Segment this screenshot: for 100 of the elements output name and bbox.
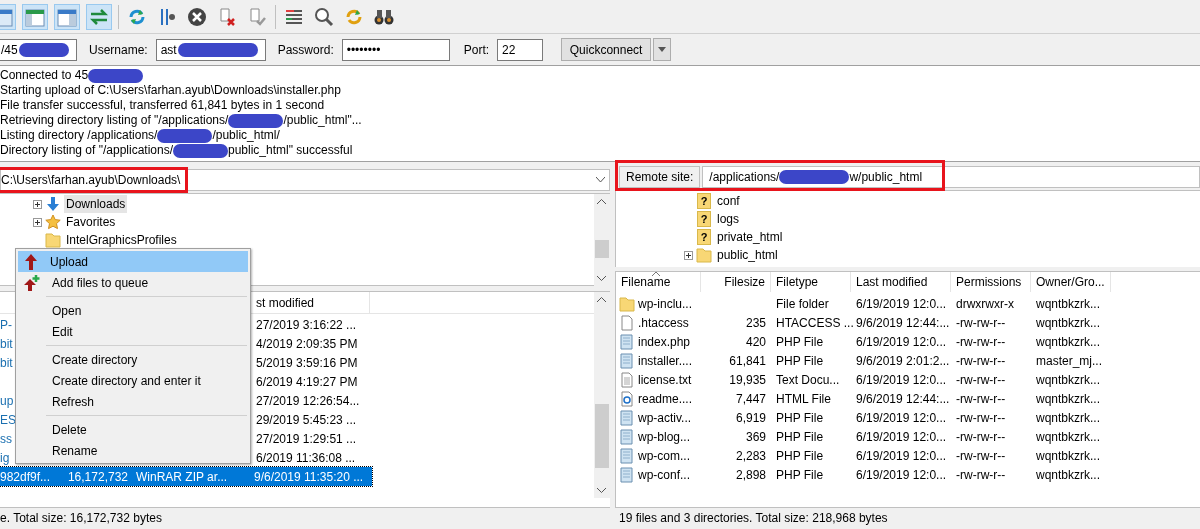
unknown-folder-icon: ?	[697, 229, 711, 245]
table-cell-text: PHP File	[776, 447, 824, 465]
dropdown-caret-icon[interactable]	[658, 47, 667, 52]
tree-item[interactable]: Downloads	[64, 195, 128, 213]
scroll-thumb[interactable]	[595, 404, 609, 468]
table-cell-text: -rw-rw-r--	[956, 466, 1006, 484]
field-label: Username:	[89, 41, 148, 59]
window-layout-icon[interactable]	[57, 6, 77, 27]
table-cell-text: PHP File	[776, 428, 824, 446]
expand-icon[interactable]	[33, 199, 42, 209]
password-field[interactable]: ••••••••	[341, 38, 450, 61]
table-cell-text: drwxrwxr-x	[956, 295, 1014, 313]
menu-item[interactable]: Create directory and enter it	[18, 370, 248, 391]
file-name: .htaccess	[638, 314, 689, 332]
table-cell-text: 9/6/2019 2:01:2...	[856, 352, 950, 370]
table-cell-text: 6/19/2019 12:0...	[856, 428, 947, 446]
table-cell-text: 369	[745, 428, 766, 446]
expand-icon[interactable]	[684, 250, 693, 260]
window-layout-icon[interactable]	[25, 6, 45, 27]
cancel-icon[interactable]	[187, 6, 207, 27]
file-name: wp-activ...	[638, 409, 692, 427]
unknown-folder-icon: ?	[697, 193, 711, 209]
table-cell-text: 4/2019 2:09:35 PM	[256, 335, 358, 353]
unknown-folder-icon: ?	[697, 211, 711, 227]
menu-item[interactable]: Create directory	[18, 349, 248, 370]
scroll-down-icon[interactable]	[597, 276, 606, 281]
menu-item[interactable]: Edit	[18, 321, 248, 342]
column-header[interactable]: Last modified	[851, 272, 951, 292]
scroll-down-icon[interactable]	[597, 488, 606, 493]
file-row[interactable]: 982df9f... 16,172,732 WinRAR ZIP ar... 9/6/2019 11:35:20 ...	[0, 467, 372, 486]
column-header[interactable]: Owner/Gro...	[1031, 272, 1111, 292]
table-cell-text: 61,841	[729, 352, 766, 370]
menu-item[interactable]: Rename	[18, 440, 248, 461]
scrollbar[interactable]	[594, 292, 610, 498]
column-header[interactable]: Filename	[616, 272, 701, 292]
column-header[interactable]: Filetype	[771, 272, 851, 292]
column-header[interactable]: Filesize	[701, 272, 771, 292]
table-cell-text: HTML File	[776, 390, 831, 408]
table-cell-text: Text Docu...	[776, 371, 840, 389]
port-field[interactable]: 22	[497, 38, 544, 61]
log-message: /public_html"...	[283, 113, 362, 128]
log-message: Starting upload of C:\Users\farhan.ayub\Downloads\installer.php	[0, 83, 341, 98]
menu-item[interactable]: Add files to queue	[18, 272, 248, 293]
star-icon	[45, 214, 61, 230]
tree-item[interactable]: conf	[715, 192, 742, 210]
table-cell-text: wqntbkzrk...	[1036, 466, 1101, 484]
table-cell-text: -rw-rw-r--	[956, 447, 1006, 465]
up-arrow-plus-icon	[24, 274, 40, 291]
username-field[interactable]: ast	[155, 38, 266, 61]
host-field[interactable]: /45	[0, 38, 77, 61]
tree-item[interactable]: Favorites	[64, 213, 118, 231]
file-name: readme....	[638, 390, 693, 408]
table-cell-text: -rw-rw-r--	[956, 333, 1006, 351]
transfer-arrows-icon[interactable]	[89, 6, 109, 27]
table-cell-text: PHP File	[776, 466, 824, 484]
dropdown-caret-icon[interactable]	[596, 176, 605, 183]
search-icon[interactable]	[314, 6, 334, 27]
table-cell-text: -rw-rw-r--	[956, 409, 1006, 427]
column-header[interactable]: st modified	[256, 292, 370, 313]
tree-item[interactable]: logs	[715, 210, 741, 228]
table-cell-text: PHP File	[776, 333, 824, 351]
path-field[interactable]: C:\Users\farhan.ayub\Downloads\	[0, 168, 610, 191]
table-cell-text: 6/19/2019 12:0...	[856, 409, 947, 427]
script-file-icon	[619, 352, 635, 369]
file-icon	[619, 314, 635, 331]
scroll-up-icon[interactable]	[597, 199, 606, 204]
menu-item[interactable]: Refresh	[18, 391, 248, 412]
table-cell-text: WinRAR ZIP ar...	[135, 468, 229, 486]
table-cell-text: 27/2019 3:16:22 ...	[256, 316, 357, 334]
quickconnect-button[interactable]: Quickconnect	[561, 38, 652, 61]
field-label: Port:	[463, 41, 490, 59]
tree-item[interactable]: IntelGraphicsProfiles	[64, 231, 179, 249]
menu-item[interactable]: Delete	[18, 419, 248, 440]
menu-item[interactable]: Open	[18, 300, 248, 321]
table-cell-text: PHP File	[776, 352, 824, 370]
tree-item[interactable]: private_html	[715, 228, 785, 246]
table-cell-text: 6/19/2019 12:0...	[856, 295, 947, 313]
sort-ascending-icon[interactable]	[652, 272, 660, 276]
folder-icon	[619, 295, 635, 312]
table-cell-text: 6/2019 11:36:08 ...	[256, 449, 356, 467]
file-name: wp-inclu...	[638, 295, 693, 313]
table-cell-text: 2,283	[735, 447, 766, 465]
script-file-icon	[619, 333, 635, 350]
path-field[interactable]: /applications/ w/public_html	[702, 165, 1200, 188]
table-cell-text: 420	[745, 333, 766, 351]
scroll-up-icon[interactable]	[597, 297, 606, 302]
up-arrow-icon	[24, 253, 38, 270]
expand-icon[interactable]	[33, 217, 42, 227]
file-name: ss	[0, 430, 12, 448]
scroll-thumb[interactable]	[595, 240, 609, 258]
script-file-icon	[619, 409, 635, 426]
table-cell-text: wqntbkzrk...	[1036, 409, 1101, 427]
tree-item[interactable]: public_html	[715, 246, 780, 264]
menu-item[interactable]: Upload	[18, 251, 248, 272]
column-header[interactable]: Permissions	[951, 272, 1031, 292]
file-name: bit	[0, 335, 13, 353]
table-cell-text: wqntbkzrk...	[1036, 314, 1101, 332]
table-cell-text: 6/19/2019 12:0...	[856, 371, 947, 389]
down-arrow-icon	[45, 196, 61, 212]
table-cell-text: wqntbkzrk...	[1036, 447, 1101, 465]
